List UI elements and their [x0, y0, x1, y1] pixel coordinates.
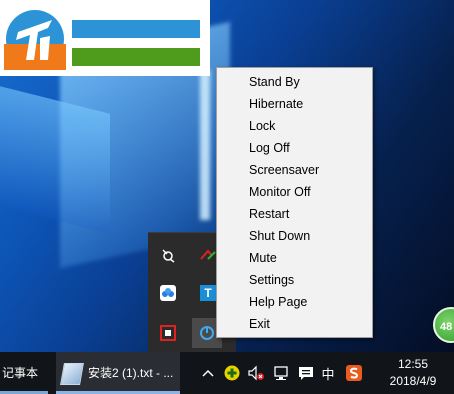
logo-mark-icon — [4, 10, 66, 70]
sogou-icon[interactable] — [345, 364, 363, 382]
text-file-icon — [60, 363, 84, 385]
speaker-muted-icon[interactable] — [246, 364, 266, 382]
menu-item-shut-down[interactable]: Shut Down — [217, 225, 372, 247]
ime-icon[interactable]: 中 — [320, 364, 336, 382]
menu-item-lock[interactable]: Lock — [217, 115, 372, 137]
menu-item-mute[interactable]: Mute — [217, 247, 372, 269]
menu-item-hibernate[interactable]: Hibernate — [217, 93, 372, 115]
taskbar-clock[interactable]: 12:55 2018/4/9 — [380, 356, 446, 390]
taskbar-window-button[interactable]: 安装2 (1).txt - ... — [56, 352, 180, 394]
logo-blue-bar — [72, 20, 200, 38]
chevron-up-icon[interactable] — [200, 364, 216, 382]
menu-item-exit[interactable]: Exit — [217, 313, 372, 335]
taskbar-window-label: 安装2 (1).txt - ... — [88, 366, 174, 380]
red-frame-app-icon[interactable] — [160, 325, 176, 341]
t-app-icon[interactable]: T — [200, 285, 216, 301]
cloud-app-icon[interactable] — [160, 285, 176, 301]
taskbar-notepad-button[interactable]: 记事本 — [0, 352, 38, 394]
site-logo — [0, 0, 210, 76]
menu-item-help-page[interactable]: Help Page — [217, 291, 372, 313]
menu-item-screensaver[interactable]: Screensaver — [217, 159, 372, 181]
taskbar: 记事本 安装2 (1).txt - ... 中 12:55 2018/4/9 — [0, 352, 454, 394]
menu-item-restart[interactable]: Restart — [217, 203, 372, 225]
add-plus-icon[interactable] — [223, 364, 241, 382]
wallpaper-light-edge — [200, 70, 210, 220]
t-app-label: T — [204, 286, 212, 300]
green-floating-badge[interactable]: 48 — [433, 307, 454, 343]
red-green-arrow-icon[interactable] — [200, 247, 216, 263]
menu-item-monitor-off[interactable]: Monitor Off — [217, 181, 372, 203]
network-icon[interactable] — [271, 364, 291, 382]
menu-item-settings[interactable]: Settings — [217, 269, 372, 291]
satellite-icon[interactable] — [160, 247, 176, 263]
clock-date: 2018/4/9 — [389, 374, 437, 388]
clock-time: 12:55 — [397, 357, 429, 371]
action-center-icon[interactable] — [296, 364, 316, 382]
menu-item-log-off[interactable]: Log Off — [217, 137, 372, 159]
power-context-menu: Stand By Hibernate Lock Log Off Screensa… — [216, 67, 373, 338]
logo-green-bar — [72, 48, 200, 66]
menu-item-stand-by[interactable]: Stand By — [217, 71, 372, 93]
